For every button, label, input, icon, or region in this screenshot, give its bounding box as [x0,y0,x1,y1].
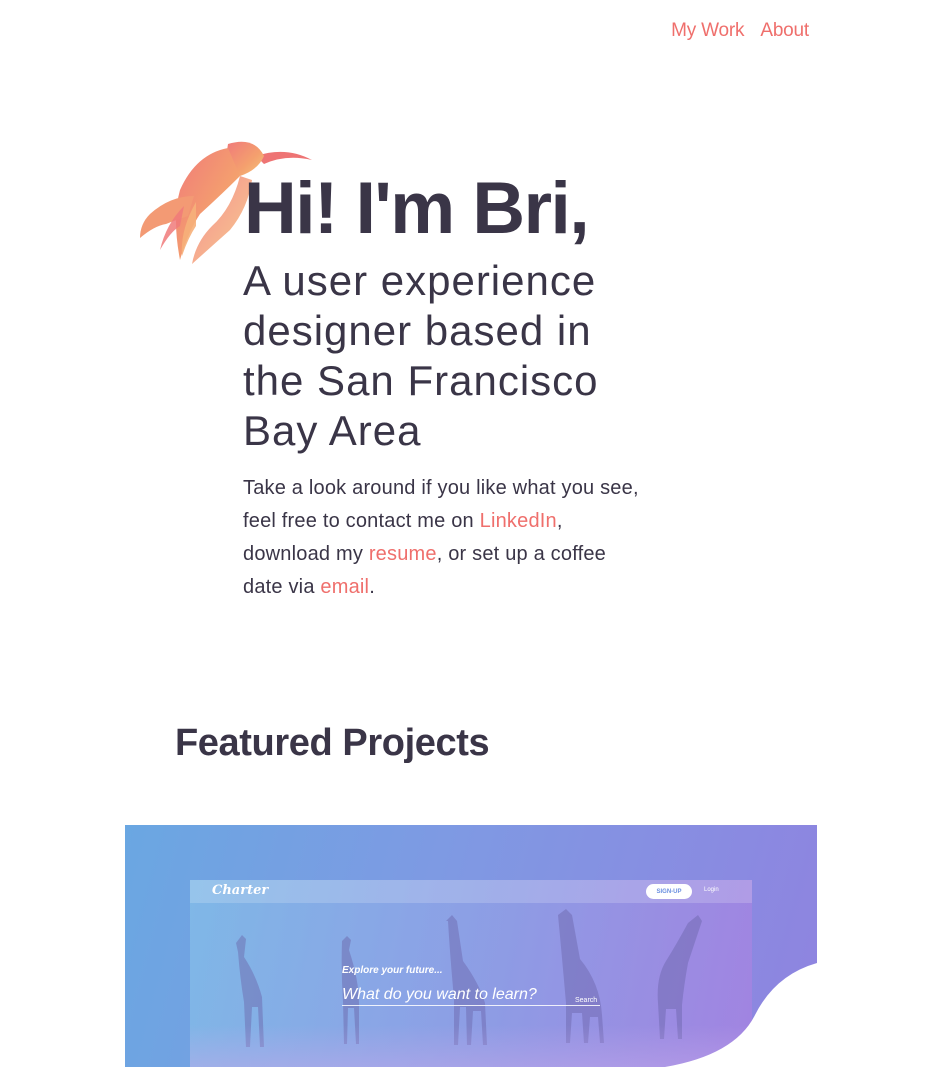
mock-search-field: What do you want to learn? [342,986,600,1006]
page-curl-decoration [665,963,817,1067]
mock-signup-button: SIGN-UP [646,884,692,899]
featured-project-card[interactable]: Charter SIGN-UP Login Explore your futur… [125,825,817,1067]
hero-body-text: Take a look around if you like what you … [243,477,639,532]
hero-intro-paragraph: Take a look around if you like what you … [243,472,643,604]
top-nav: My Work About [671,20,809,42]
nav-about-link[interactable]: About [760,20,809,42]
resume-link[interactable]: resume [369,543,437,565]
mock-search-button: Search [575,997,598,1004]
page: My Work About Hi! I'm Bri, A user experi… [0,0,941,1067]
hero-subtitle: A user experience designer based in the … [243,257,599,454]
mock-explore-text: Explore your future... [342,965,443,976]
featured-projects-heading: Featured Projects [175,722,490,764]
nav-my-work-link[interactable]: My Work [671,20,744,42]
mock-login-link: Login [704,887,719,893]
email-link[interactable]: email [320,576,369,598]
hero-body-text: . [369,576,375,598]
project-logo: Charter [212,883,269,898]
linkedin-link[interactable]: LinkedIn [480,510,557,532]
hero-title: Hi! I'm Bri, [244,168,590,249]
